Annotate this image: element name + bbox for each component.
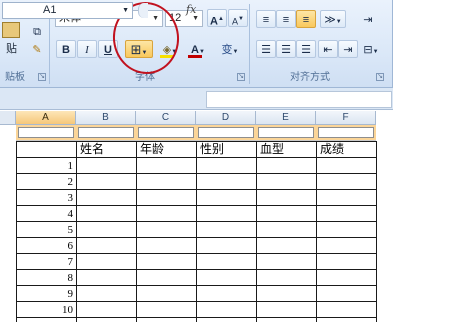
formula-bar-divider (138, 3, 148, 18)
format-painter-button[interactable]: ✎ (29, 40, 45, 58)
column-header-f[interactable]: F (316, 111, 376, 125)
row-number-cell: 5 (67, 224, 74, 236)
orientation-icon: ≫ (324, 14, 336, 26)
font-color-button[interactable]: A▼ (185, 40, 211, 58)
align-center-button[interactable]: ☰ (276, 40, 296, 58)
row-number-cell: 7 (67, 256, 74, 268)
bold-button[interactable]: B (56, 40, 76, 58)
formula-input[interactable] (206, 91, 392, 108)
decrease-indent-icon: ⇤ (323, 44, 333, 56)
copy-button[interactable]: ⧉ (29, 22, 45, 40)
header-score: 成绩 (320, 142, 345, 156)
alignment-group-label: 对齐方式 (290, 72, 330, 83)
decrease-indent-button[interactable]: ⇤ (318, 40, 338, 58)
row-number-cell: 9 (67, 288, 74, 300)
cell-c1[interactable] (138, 127, 194, 138)
align-right-button[interactable]: ☰ (296, 40, 316, 58)
cell-d1[interactable] (198, 127, 254, 138)
row-number-cell: 6 (67, 240, 74, 252)
name-box-value: A1 (43, 4, 57, 16)
paste-icon (2, 22, 20, 38)
alignment-dialog-launcher[interactable]: ↘ (376, 73, 384, 81)
column-header-a[interactable]: A (16, 111, 76, 125)
font-dialog-launcher[interactable]: ↘ (237, 73, 245, 81)
italic-label: I (85, 44, 89, 56)
table-border-vertical (376, 141, 377, 322)
clipboard-dialog-launcher[interactable]: ↘ (38, 73, 46, 81)
paste-button[interactable]: 贴 (0, 22, 26, 62)
align-bottom-button[interactable]: ≡ (296, 10, 316, 28)
cell-a1[interactable] (18, 127, 74, 138)
italic-button[interactable]: I (77, 40, 97, 58)
column-header-e[interactable]: E (256, 111, 316, 125)
chevron-down-icon: ▼ (122, 7, 129, 14)
header-blood-type: 血型 (260, 142, 285, 156)
align-left-icon: ☰ (261, 44, 271, 56)
name-box[interactable]: A1 ▼ (2, 2, 133, 19)
cell-e1[interactable] (258, 127, 314, 138)
table-border-vertical (256, 141, 257, 322)
underline-label: U (104, 44, 112, 56)
increase-indent-icon: ⇥ (343, 44, 353, 56)
paste-label: 贴 (6, 43, 17, 55)
align-center-icon: ☰ (281, 44, 291, 56)
orientation-button[interactable]: ≫▼ (320, 10, 346, 28)
align-right-icon: ☰ (301, 44, 311, 56)
column-header-d[interactable]: D (196, 111, 256, 125)
group-separator (249, 4, 250, 84)
grow-font-button[interactable]: A▲ (207, 9, 227, 28)
insert-function-button[interactable]: fx (186, 3, 196, 16)
merge-cells-button[interactable]: ⊟▼ (358, 40, 384, 58)
chevron-down-icon: ▼ (232, 49, 239, 55)
align-middle-button[interactable]: ≡ (276, 10, 296, 28)
format-painter-icon: ✎ (32, 44, 42, 56)
align-middle-icon: ≡ (282, 14, 290, 26)
clipboard-group-label: 贴板 (5, 72, 25, 83)
phonetic-button[interactable]: 变▼ (215, 40, 245, 58)
bold-label: B (62, 44, 70, 56)
shrink-font-button[interactable]: A▼ (228, 9, 248, 27)
wrap-text-icon: ⇥ (363, 14, 373, 26)
cell-b1[interactable] (78, 127, 134, 138)
row-number-cell: 8 (67, 272, 74, 284)
row-number-cell: 1 (67, 160, 74, 172)
align-top-icon: ≡ (262, 14, 270, 26)
table-border-vertical (196, 141, 197, 322)
row-number-cell: 10 (62, 304, 73, 316)
row-number-cell: 3 (67, 192, 74, 204)
grow-font-label: A (210, 15, 218, 28)
column-header-b[interactable]: B (76, 111, 136, 125)
header-name: 姓名 (80, 142, 105, 156)
align-top-button[interactable]: ≡ (256, 10, 276, 28)
table-border-vertical (136, 141, 137, 322)
table-border-vertical (76, 141, 77, 322)
column-header-c[interactable]: C (136, 111, 196, 125)
align-bottom-icon: ≡ (302, 14, 310, 26)
chevron-down-icon: ▼ (335, 19, 342, 25)
phonetic-label: 变 (221, 44, 233, 56)
header-gender: 性别 (200, 142, 225, 156)
cell-f1[interactable] (318, 127, 374, 138)
ribbon-overflow-area (393, 0, 462, 88)
increase-indent-button[interactable]: ⇥ (338, 40, 358, 58)
wrap-text-button[interactable]: ⇥ (358, 10, 378, 28)
copy-icon: ⧉ (33, 26, 41, 38)
row-number-cell: 2 (67, 176, 74, 188)
font-color-swatch (188, 55, 202, 58)
merge-cells-icon: ⊟ (363, 44, 373, 56)
header-age: 年龄 (140, 142, 165, 156)
table-border-vertical (316, 141, 317, 322)
row-number-cell: 4 (67, 208, 74, 220)
align-left-button[interactable]: ☰ (256, 40, 276, 58)
chevron-down-icon: ▼ (372, 49, 379, 55)
select-all-corner[interactable] (0, 111, 16, 125)
